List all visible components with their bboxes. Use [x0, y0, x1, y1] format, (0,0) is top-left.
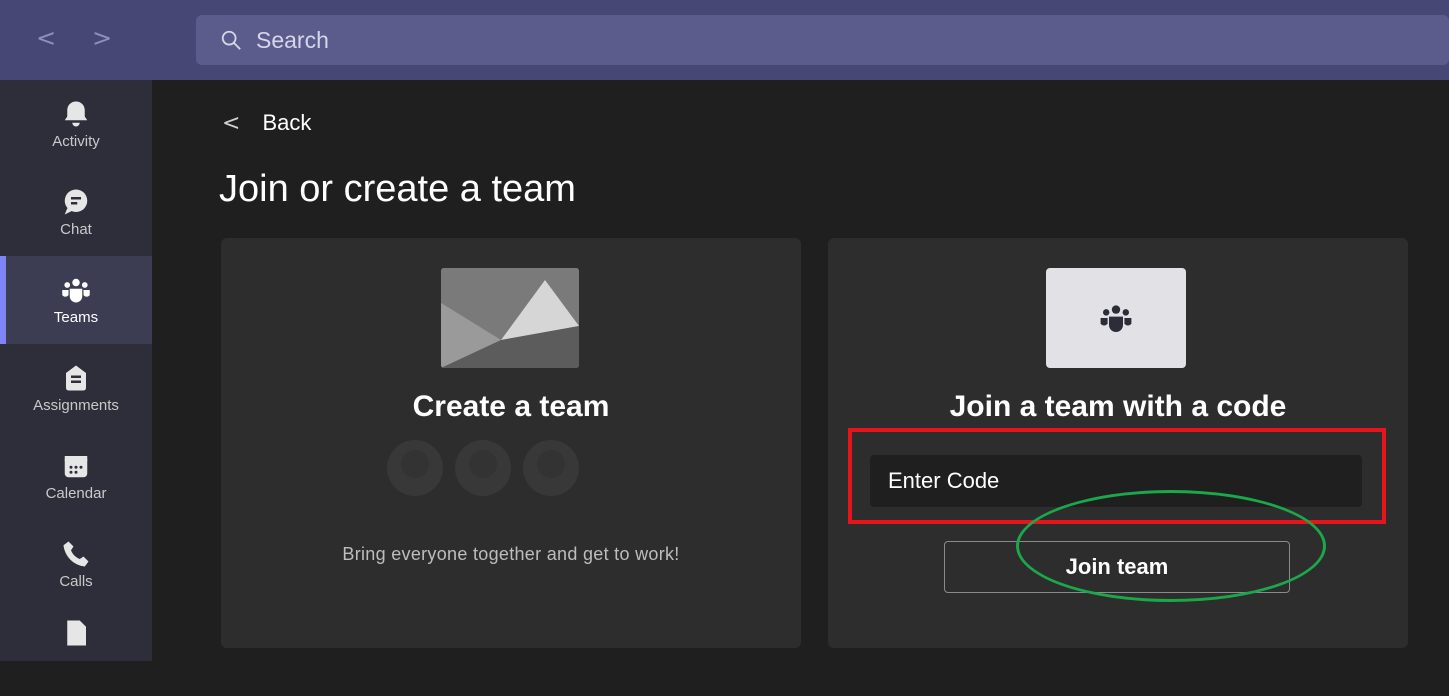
files-icon — [67, 620, 86, 646]
create-team-card[interactable]: Create a team Bring everyone together an… — [221, 238, 801, 648]
back-arrow-button[interactable]: < — [36, 24, 56, 52]
rail-item-activity[interactable]: Activity — [0, 80, 152, 168]
page-title: Join or create a team — [219, 168, 576, 210]
avatar — [523, 440, 579, 496]
search-icon — [221, 30, 241, 50]
teams-icon — [62, 278, 90, 302]
team-code-input[interactable] — [870, 455, 1362, 507]
create-team-description: Bring everyone together and get to work! — [342, 544, 680, 564]
chevron-left-icon: < — [222, 110, 241, 136]
avatar — [387, 440, 443, 496]
rail-item-assignments[interactable]: Assignments — [0, 344, 152, 432]
join-team-illustration — [1046, 268, 1186, 368]
create-team-illustration — [441, 268, 579, 368]
rail-item-label: Chat — [60, 220, 92, 238]
rail-item-label: Teams — [53, 308, 99, 326]
back-link[interactable]: < Back — [222, 110, 311, 136]
search-box[interactable] — [196, 15, 1449, 65]
bell-icon — [64, 101, 88, 126]
join-team-button[interactable]: Join team — [944, 541, 1290, 593]
join-team-heading: Join a team with a code — [949, 390, 1287, 423]
chat-icon — [64, 189, 88, 214]
rail-item-calls[interactable]: Calls — [0, 520, 152, 608]
rail-item-teams[interactable]: Teams — [0, 256, 152, 344]
history-nav: < > — [36, 24, 112, 52]
top-bar: < > — [0, 0, 1449, 80]
rail-item-label: Calls — [59, 572, 93, 590]
calendar-icon — [64, 455, 88, 477]
rail-item-label: Activity — [52, 132, 100, 150]
phone-icon — [63, 541, 89, 566]
back-label: Back — [262, 110, 312, 135]
rail-item-calendar[interactable]: Calendar — [0, 432, 152, 520]
rail-item-label: Calendar — [45, 484, 107, 502]
rail-item-chat[interactable]: Chat — [0, 168, 152, 256]
app-rail: Activity Chat Teams Assignments Calendar… — [0, 80, 152, 661]
create-team-heading: Create a team — [412, 390, 610, 423]
forward-arrow-button[interactable]: > — [92, 24, 112, 52]
avatar-group — [387, 440, 579, 496]
rail-item-files[interactable] — [0, 608, 152, 696]
assignments-icon — [66, 365, 86, 390]
search-input[interactable] — [256, 26, 856, 54]
avatar — [455, 440, 511, 496]
rail-item-label: Assignments — [33, 396, 119, 414]
teams-icon — [1100, 305, 1132, 332]
